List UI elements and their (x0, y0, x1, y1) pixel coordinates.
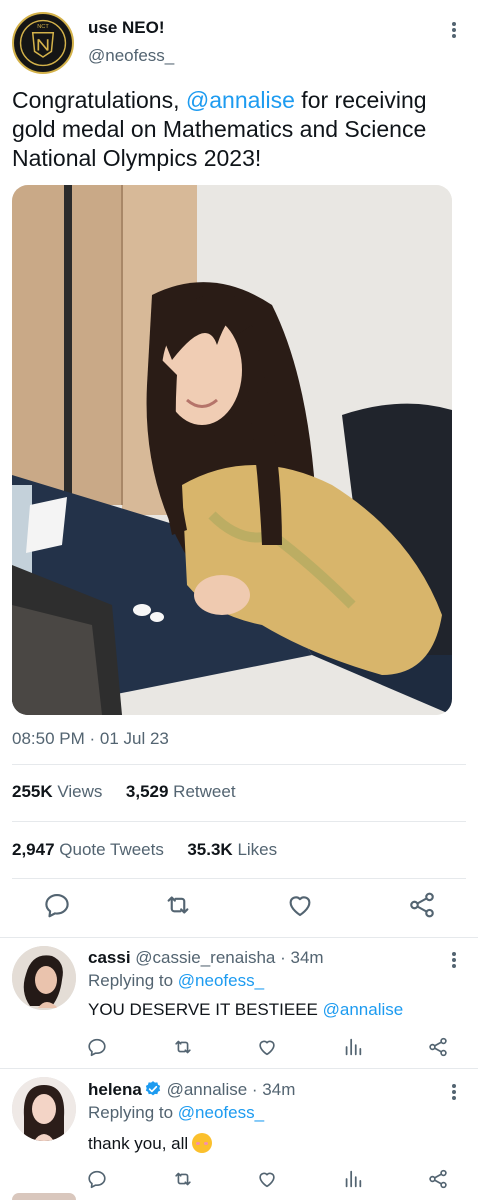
divider (0, 937, 478, 938)
reply-avatar[interactable] (12, 1077, 76, 1141)
svg-text:NCT: NCT (37, 24, 49, 30)
tweet-timestamp[interactable]: 08:50 PM · 01 Jul 23 (12, 729, 169, 749)
divider (12, 878, 466, 879)
likes-label[interactable]: Likes (237, 840, 277, 859)
replying-to-line: Replying to @neofess_ (88, 1103, 264, 1123)
reply-text: thank you, all (88, 1133, 213, 1154)
retweet-icon[interactable] (172, 1168, 194, 1190)
reply-display-name[interactable]: cassi (88, 948, 131, 967)
reply-handle[interactable]: @annalise (167, 1080, 248, 1099)
verified-badge-icon (145, 1081, 160, 1096)
like-icon[interactable] (256, 1036, 278, 1058)
share-icon[interactable] (427, 1168, 449, 1190)
stats-row-quotes-likes: 2,947 Quote Tweets 35.3K Likes (12, 840, 277, 860)
smiling-blush-emoji-icon (192, 1133, 213, 1153)
reply-author-line: helena @annalise · 34m (88, 1080, 295, 1100)
tweet-photo[interactable] (12, 185, 452, 715)
replying-to-label: Replying to (88, 1103, 178, 1122)
mention-link[interactable]: @annalise (186, 87, 295, 113)
divider (12, 764, 466, 765)
reply-time[interactable]: · 34m (280, 948, 323, 967)
likes-count[interactable]: 35.3K (187, 840, 232, 859)
reply-text-body: YOU DESERVE IT BESTIEEE (88, 1000, 323, 1019)
views-count: 255K (12, 782, 53, 801)
like-icon[interactable] (285, 890, 315, 920)
reply-action-bar (0, 1036, 478, 1060)
stats-row-views-retweets: 255K Views 3,529 Retweet (12, 782, 236, 802)
author-handle[interactable]: @neofess_ (88, 46, 174, 66)
photo-illustration (12, 185, 452, 715)
reply-icon[interactable] (42, 890, 72, 920)
analytics-icon[interactable] (342, 1168, 364, 1190)
quotes-label[interactable]: Quote Tweets (59, 840, 164, 859)
views-label: Views (57, 782, 103, 801)
author-display-name[interactable]: use NEO! (88, 18, 165, 38)
reply-handle[interactable]: @cassie_renaisha (135, 948, 275, 967)
tweet-text-start: Congratulations, (12, 87, 186, 113)
retweets-label[interactable]: Retweet (173, 782, 235, 801)
retweet-icon[interactable] (172, 1036, 194, 1058)
retweets-count[interactable]: 3,529 (126, 782, 169, 801)
reply-avatar[interactable] (12, 946, 76, 1010)
tweet-action-bar (0, 890, 478, 926)
like-icon[interactable] (256, 1168, 278, 1190)
reply-text: YOU DESERVE IT BESTIEEE @annalise (88, 1000, 403, 1020)
reply-author-line: cassi @cassie_renaisha · 34m (88, 948, 324, 968)
author-avatar[interactable]: NCT (12, 12, 74, 74)
replying-to-link[interactable]: @neofess_ (178, 1103, 264, 1122)
more-options-icon[interactable] (446, 950, 462, 970)
next-reply-avatar[interactable] (12, 1193, 76, 1200)
replying-to-link[interactable]: @neofess_ (178, 971, 264, 990)
share-icon[interactable] (407, 890, 437, 920)
reply-display-name[interactable]: helena (88, 1080, 142, 1099)
reply-icon[interactable] (86, 1036, 108, 1058)
reply-text-body: thank you, all (88, 1134, 189, 1153)
tweet-text: Congratulations, @annalise for receiving… (12, 86, 468, 173)
more-options-icon[interactable] (446, 1082, 462, 1102)
reply-time[interactable]: · 34m (252, 1080, 295, 1099)
more-options-icon[interactable] (446, 20, 462, 40)
divider (0, 1068, 478, 1069)
replying-to-label: Replying to (88, 971, 178, 990)
analytics-icon[interactable] (342, 1036, 364, 1058)
quotes-count[interactable]: 2,947 (12, 840, 55, 859)
share-icon[interactable] (427, 1036, 449, 1058)
reply-action-bar (0, 1168, 478, 1192)
reply-icon[interactable] (86, 1168, 108, 1190)
retweet-icon[interactable] (163, 890, 193, 920)
replying-to-line: Replying to @neofess_ (88, 971, 264, 991)
neo-logo-icon: NCT (14, 14, 72, 72)
reply-mention-link[interactable]: @annalise (323, 1000, 404, 1019)
divider (12, 821, 466, 822)
